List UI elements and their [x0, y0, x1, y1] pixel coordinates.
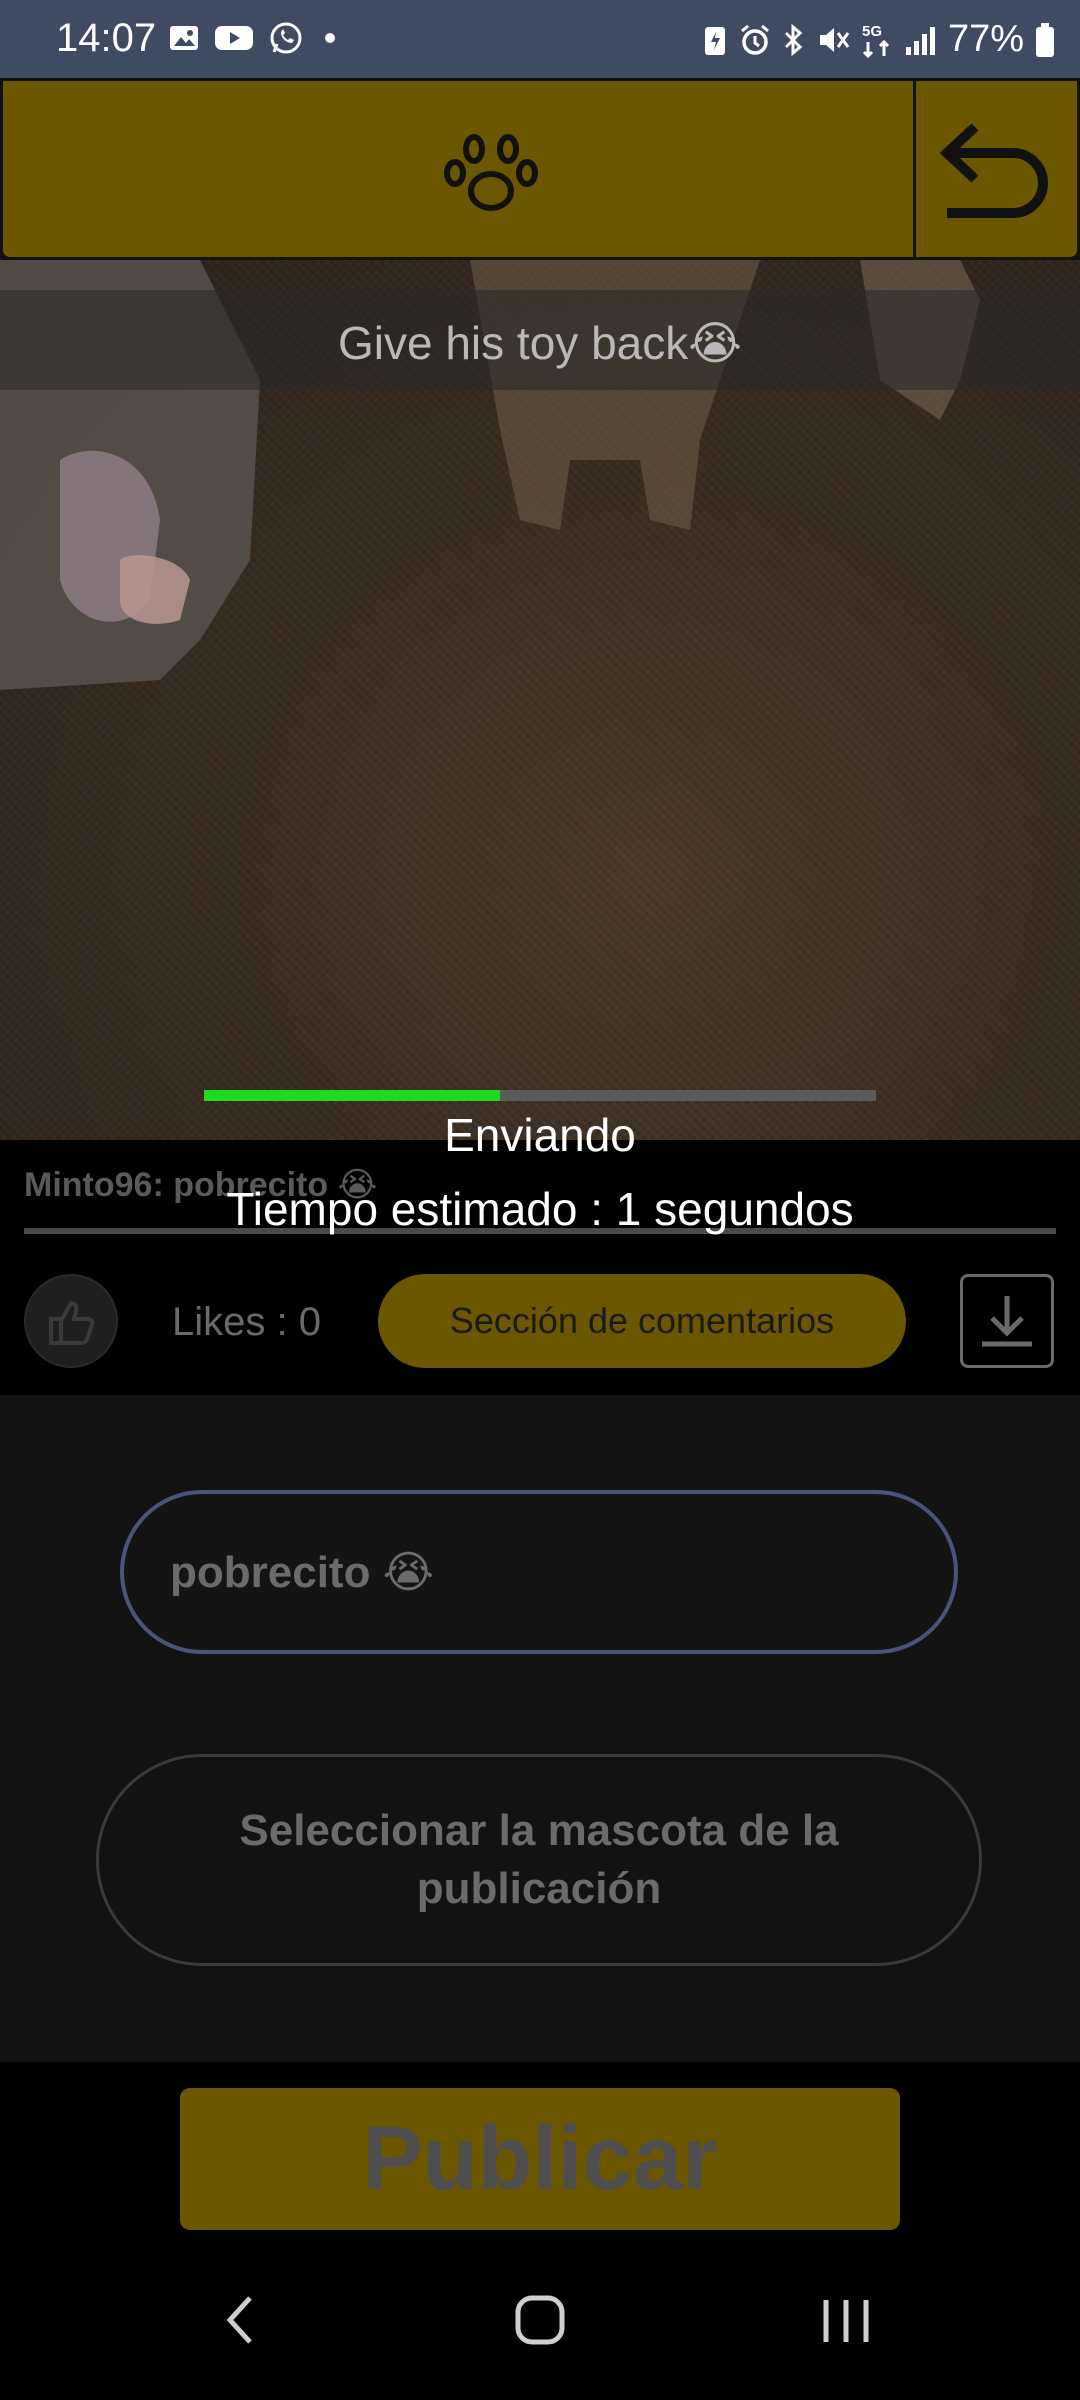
like-button[interactable] [24, 1274, 118, 1368]
bluetooth-icon [784, 23, 803, 56]
whatsapp-icon [270, 22, 302, 54]
5g-icon: 5G [862, 23, 889, 58]
thumbs-up-icon [49, 1300, 95, 1345]
download-icon [982, 1296, 1032, 1347]
back-button[interactable] [916, 81, 1080, 257]
status-right-icons: 5G 77% [702, 18, 1056, 61]
nav-home-icon[interactable] [512, 2290, 568, 2350]
likes-count: Likes : 0 [172, 1300, 321, 1344]
mute-icon [819, 27, 850, 52]
comments-section-button[interactable]: Sección de comentarios [378, 1274, 906, 1368]
download-button[interactable] [960, 1274, 1054, 1368]
gallery-icon [170, 26, 198, 50]
battery-saver-icon [704, 26, 725, 55]
paw-icon [444, 134, 538, 211]
upload-progress-fill [204, 1090, 500, 1101]
upload-estimate: Tiempo estimado : 1 segundos [226, 1183, 854, 1235]
status-time: 14:07 [56, 16, 157, 60]
battery-icon [1036, 22, 1054, 57]
video-scene [0, 260, 980, 690]
publish-button[interactable]: Publicar [180, 2088, 900, 2230]
alarm-icon [740, 24, 769, 55]
svg-text:5G: 5G [862, 23, 882, 40]
app-header [0, 78, 1080, 260]
nav-back-icon[interactable] [220, 2290, 260, 2350]
description-value: pobrecito 😭 [170, 1547, 435, 1597]
video-player[interactable]: Give his toy back😭 [0, 260, 1080, 1140]
nav-recents-icon[interactable] [818, 2290, 874, 2350]
battery-percent: 77% [947, 18, 1024, 60]
dot-icon [325, 33, 335, 43]
status-left-icons [168, 20, 342, 56]
upload-progress-bar [204, 1090, 876, 1101]
upload-status: Enviando [444, 1109, 636, 1161]
description-input[interactable]: pobrecito 😭 [120, 1490, 958, 1654]
signal-icon [905, 26, 935, 55]
status-bar: 14:07 5G 77% [0, 0, 1080, 78]
back-arrow-icon [939, 122, 1048, 218]
select-pet-button[interactable]: Seleccionar la mascota de la publicación [96, 1754, 982, 1966]
video-caption: Give his toy back😭 [337, 317, 742, 369]
youtube-icon [215, 26, 253, 50]
